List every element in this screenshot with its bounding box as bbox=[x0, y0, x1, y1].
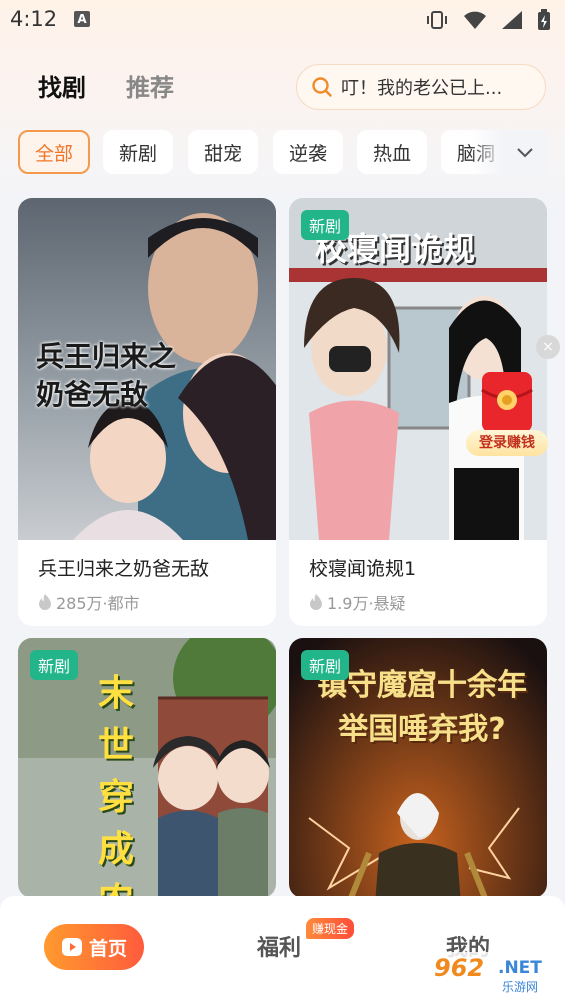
watermark-site: 乐游网 bbox=[502, 980, 539, 994]
nav-home[interactable]: 首页 bbox=[44, 924, 144, 970]
status-icons bbox=[425, 9, 551, 31]
chip-sweet[interactable]: 甜宠 bbox=[188, 130, 258, 174]
card-meta-text: 285万·都市 bbox=[56, 594, 140, 613]
card-meta: 1.9万·悬疑 bbox=[309, 590, 406, 614]
nav-home-label: 首页 bbox=[88, 937, 127, 960]
poster-title-text: 兵王归来之奶爸无敌 bbox=[36, 340, 177, 411]
tab-recommend[interactable]: 推荐 bbox=[126, 68, 174, 103]
chips-fade bbox=[470, 130, 504, 174]
chip-counterattack[interactable]: 逆袭 bbox=[273, 130, 343, 174]
new-badge: 新剧 bbox=[301, 650, 350, 680]
status-time: 4:12 bbox=[10, 7, 58, 31]
drama-poster: 兵王归来之奶爸无敌 bbox=[18, 198, 276, 540]
poster-title-text: 末世穿成农家 bbox=[98, 673, 135, 898]
card-meta: 285万·都市 bbox=[38, 590, 140, 614]
fire-icon bbox=[39, 594, 51, 610]
drama-card[interactable]: 镇守魔窟十余年 举国唾弃我? 新剧 bbox=[289, 638, 547, 898]
watermark-net: .NET bbox=[498, 958, 542, 978]
card-title: 校寝闻诡规1 bbox=[309, 558, 417, 580]
new-badge: 新剧 bbox=[301, 210, 350, 240]
new-badge: 新剧 bbox=[30, 650, 79, 680]
tab-find-drama[interactable]: 找剧 bbox=[38, 68, 86, 103]
nav-welfare[interactable]: 福利 bbox=[257, 930, 301, 962]
chip-new[interactable]: 新剧 bbox=[103, 130, 173, 174]
drama-card[interactable]: 兵王归来之奶爸无敌 兵王归来之奶爸无敌 285万·都市 bbox=[18, 198, 276, 626]
drama-poster: 校寝闻诡规 新剧 bbox=[289, 198, 547, 540]
search-placeholder: 叮！我的老公已上... bbox=[341, 78, 503, 99]
search-input[interactable]: 叮！我的老公已上... bbox=[296, 64, 546, 110]
vibrate-icon bbox=[427, 11, 447, 29]
search-icon bbox=[312, 77, 332, 97]
card-meta-text: 1.9万·悬疑 bbox=[327, 594, 406, 613]
chip-passion[interactable]: 热血 bbox=[357, 130, 427, 174]
drama-poster: 末世穿成农家 新剧 bbox=[18, 638, 276, 898]
login-earn-label: 登录赚钱 bbox=[466, 430, 548, 456]
watermark-logo: 962 .NET 乐游网 bbox=[426, 952, 558, 998]
top-tabs: 找剧 推荐 bbox=[38, 68, 174, 103]
wifi-icon bbox=[464, 11, 486, 29]
close-float-button[interactable]: × bbox=[536, 335, 560, 359]
card-title: 兵王归来之奶爸无敌 bbox=[38, 558, 210, 580]
watermark-number: 962 bbox=[434, 954, 485, 982]
expand-categories-button[interactable] bbox=[503, 130, 547, 174]
fire-icon bbox=[310, 594, 322, 610]
login-earn-widget[interactable]: 登录赚钱 bbox=[466, 370, 548, 456]
signal-icon bbox=[502, 11, 522, 29]
notification-icon: A bbox=[74, 11, 90, 27]
drama-card[interactable]: 末世穿成农家 新剧 bbox=[18, 638, 276, 898]
battery-icon bbox=[538, 9, 550, 30]
status-bar: 4:12 A bbox=[0, 0, 565, 40]
play-icon bbox=[61, 938, 82, 956]
drama-poster: 镇守魔窟十余年 举国唾弃我? 新剧 bbox=[289, 638, 547, 898]
chevron-down-icon bbox=[517, 148, 533, 158]
chip-all[interactable]: 全部 bbox=[18, 130, 90, 174]
earn-cash-badge: 赚现金 bbox=[306, 918, 355, 939]
